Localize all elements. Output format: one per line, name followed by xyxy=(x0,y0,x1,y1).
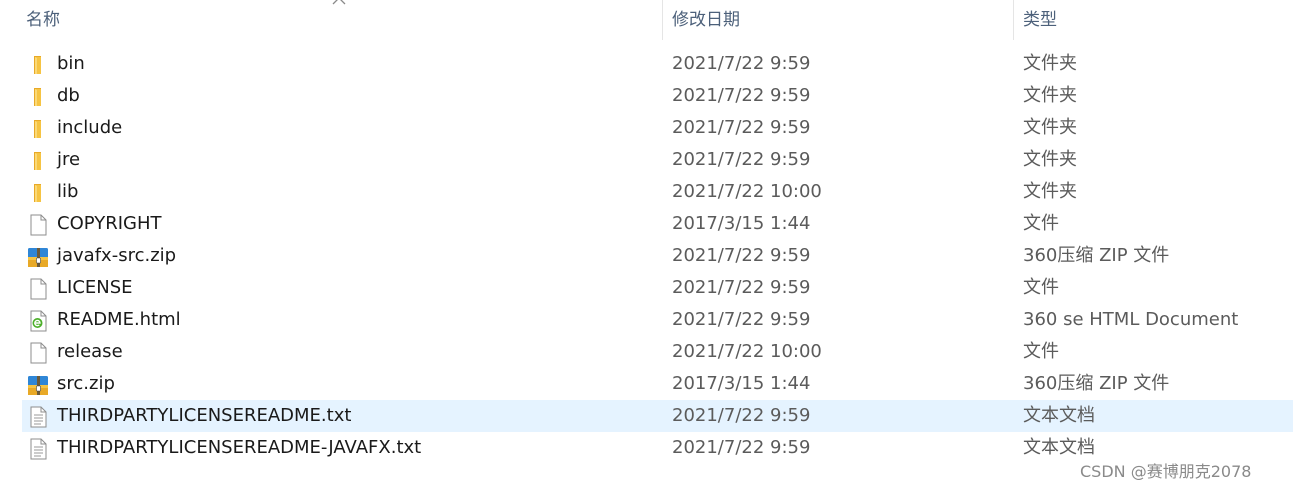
column-divider[interactable] xyxy=(662,0,663,40)
column-header-type[interactable]: 类型 xyxy=(1019,0,1293,40)
file-date-modified: 2021/7/22 10:00 xyxy=(672,341,822,362)
file-name[interactable]: javafx-src.zip xyxy=(57,240,176,272)
file-date-modified: 2021/7/22 9:59 xyxy=(672,437,811,458)
file-row[interactable]: jre 2021/7/22 9:59 文件夹 xyxy=(22,144,1293,176)
file-date-modified: 2017/3/15 1:44 xyxy=(672,213,811,234)
file-row[interactable]: lib 2021/7/22 10:00 文件夹 xyxy=(22,176,1293,208)
file-row[interactable]: javafx-src.zip 2021/7/22 9:59 360压缩 ZIP 文件 xyxy=(22,240,1293,272)
file-type: 360压缩 ZIP 文件 xyxy=(1023,245,1170,266)
sort-ascending-icon xyxy=(332,0,346,5)
file-type: 文件夹 xyxy=(1023,53,1077,74)
file-row[interactable]: bin 2021/7/22 9:59 文件夹 xyxy=(22,48,1293,80)
file-row[interactable]: THIRDPARTYLICENSEREADME.txt 2021/7/22 9:5… xyxy=(22,400,1293,432)
file-name[interactable]: THIRDPARTYLICENSEREADME-JAVAFX.txt xyxy=(57,432,421,464)
file-row[interactable]: include 2021/7/22 9:59 文件夹 xyxy=(22,112,1293,144)
html-file-icon xyxy=(26,309,50,333)
file-date-modified: 2017/3/15 1:44 xyxy=(672,373,811,394)
blank-file-icon xyxy=(26,213,50,237)
file-type: 360 se HTML Document xyxy=(1023,309,1239,330)
folder-icon xyxy=(26,117,50,141)
file-name[interactable]: src.zip xyxy=(57,368,115,400)
file-name[interactable]: THIRDPARTYLICENSEREADME.txt xyxy=(57,400,351,432)
file-date-modified: 2021/7/22 9:59 xyxy=(672,405,811,426)
column-divider[interactable] xyxy=(1013,0,1014,40)
column-header-date-modified[interactable]: 修改日期 xyxy=(668,0,1013,40)
file-date-modified: 2021/7/22 9:59 xyxy=(672,117,811,138)
file-name[interactable]: jre xyxy=(57,144,80,176)
text-file-icon xyxy=(26,437,50,461)
file-type: 文件夹 xyxy=(1023,181,1077,202)
file-row[interactable]: LICENSE 2021/7/22 9:59 文件 xyxy=(22,272,1293,304)
blank-file-icon xyxy=(26,341,50,365)
file-date-modified: 2021/7/22 9:59 xyxy=(672,309,811,330)
file-type: 文件 xyxy=(1023,277,1059,298)
file-row[interactable]: db 2021/7/22 9:59 文件夹 xyxy=(22,80,1293,112)
file-type: 文件 xyxy=(1023,213,1059,234)
file-date-modified: 2021/7/22 9:59 xyxy=(672,277,811,298)
file-name[interactable]: lib xyxy=(57,176,78,208)
file-row[interactable]: README.html 2021/7/22 9:59 360 se HTML Doc… xyxy=(22,304,1293,336)
text-file-icon xyxy=(26,405,50,429)
file-name[interactable]: db xyxy=(57,80,80,112)
file-type: 文件夹 xyxy=(1023,117,1077,138)
column-header-bar: 名称 修改日期 类型 xyxy=(0,0,1293,40)
file-row[interactable]: COPYRIGHT 2017/3/15 1:44 文件 xyxy=(22,208,1293,240)
folder-icon xyxy=(26,181,50,205)
folder-icon xyxy=(26,85,50,109)
file-row[interactable]: src.zip 2017/3/15 1:44 360压缩 ZIP 文件 xyxy=(22,368,1293,400)
file-name[interactable]: release xyxy=(57,336,123,368)
file-date-modified: 2021/7/22 9:59 xyxy=(672,85,811,106)
file-name[interactable]: COPYRIGHT xyxy=(57,208,161,240)
file-type: 文件夹 xyxy=(1023,85,1077,106)
file-name[interactable]: include xyxy=(57,112,122,144)
file-type: 文本文档 xyxy=(1023,405,1095,426)
folder-icon xyxy=(26,53,50,77)
file-name[interactable]: LICENSE xyxy=(57,272,133,304)
zip-archive-icon xyxy=(26,245,50,269)
file-name[interactable]: README.html xyxy=(57,304,181,336)
file-date-modified: 2021/7/22 9:59 xyxy=(672,245,811,266)
file-date-modified: 2021/7/22 9:59 xyxy=(672,149,811,170)
blank-file-icon xyxy=(26,277,50,301)
file-row[interactable]: release 2021/7/22 10:00 文件 xyxy=(22,336,1293,368)
folder-icon xyxy=(26,149,50,173)
file-name[interactable]: bin xyxy=(57,48,85,80)
file-type: 文件夹 xyxy=(1023,149,1077,170)
file-type: 文件 xyxy=(1023,341,1059,362)
watermark: CSDN @赛博朋克2078 xyxy=(1080,462,1252,481)
file-type: 360压缩 ZIP 文件 xyxy=(1023,373,1170,394)
zip-archive-icon xyxy=(26,373,50,397)
file-date-modified: 2021/7/22 9:59 xyxy=(672,53,811,74)
file-date-modified: 2021/7/22 10:00 xyxy=(672,181,822,202)
